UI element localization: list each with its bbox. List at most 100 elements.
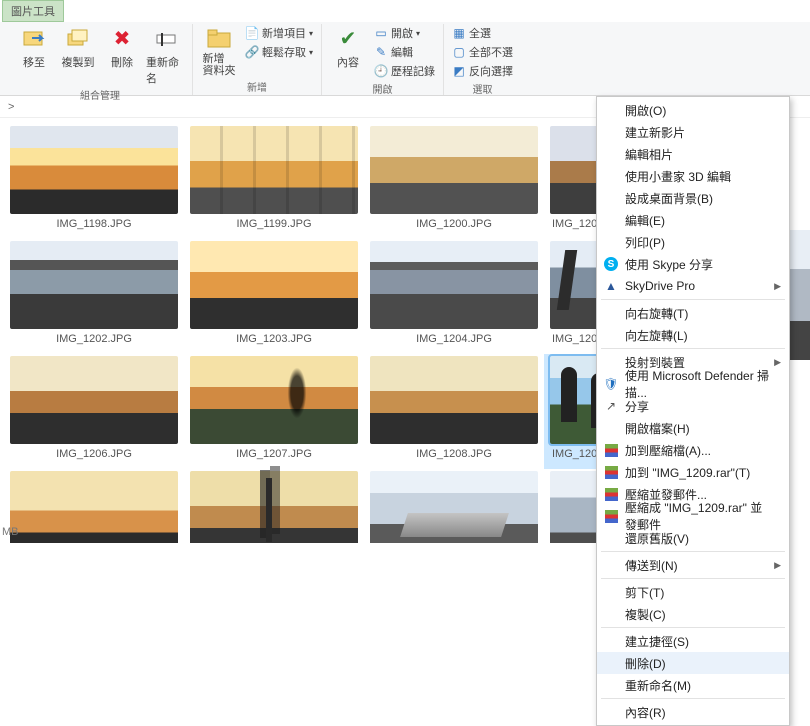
share-icon: ↗ — [603, 398, 619, 414]
select-none-icon: ▢ — [452, 45, 466, 59]
new-folder-button[interactable]: 新增 資料夾 — [199, 24, 239, 77]
thumbnail-caption: IMG_1198.JPG — [10, 218, 178, 230]
thumbnail-IMG_1204[interactable]: IMG_1204.JPG — [364, 239, 544, 354]
ribbon-group-organize: 移至 複製到 ✖ 刪除 重新命名 組合管理 — [8, 24, 193, 95]
context-item[interactable]: 開啟(O) — [597, 99, 789, 121]
context-item[interactable]: 刪除(D) — [597, 652, 789, 674]
context-item-label: 設成桌面背景(B) — [625, 190, 713, 207]
thumbnail-IMG_1210[interactable]: IMG_1210.JPG — [4, 469, 184, 543]
thumbnail-IMG_1207[interactable]: IMG_1207.JPG — [184, 354, 364, 469]
rar-icon — [603, 464, 619, 480]
context-item[interactable]: 壓縮成 "IMG_1209.rar" 並發郵件 — [597, 505, 789, 527]
delete-button[interactable]: ✖ 刪除 — [102, 24, 142, 70]
title-tab: 圖片工具 — [2, 0, 64, 22]
select-all-button[interactable]: ▦全選 — [450, 24, 515, 42]
context-item[interactable]: 重新命名(M) — [597, 674, 789, 696]
context-separator — [601, 299, 785, 300]
thumbnail-IMG_1199[interactable]: IMG_1199.JPG — [184, 124, 364, 239]
history-icon: 🕘 — [374, 64, 388, 78]
context-item[interactable]: 加到壓縮檔(A)... — [597, 439, 789, 461]
properties-button[interactable]: ✔ 內容 — [328, 24, 368, 70]
context-item[interactable]: 向左旋轉(L) — [597, 324, 789, 346]
context-item-label: 向左旋轉(L) — [625, 327, 688, 344]
context-item-label: 使用小畫家 3D 編輯 — [625, 168, 731, 185]
context-item[interactable]: 編輯相片 — [597, 143, 789, 165]
context-separator — [601, 348, 785, 349]
context-item-label: 加到 "IMG_1209.rar"(T) — [625, 464, 750, 481]
open-button[interactable]: ▭開啟 ▾ — [372, 24, 437, 42]
thumbnail-image — [190, 471, 358, 543]
new-item-button[interactable]: 📄新增項目 ▾ — [243, 24, 315, 42]
context-item[interactable]: 還原舊版(V) — [597, 527, 789, 549]
context-item-label: 分享 — [625, 398, 649, 415]
rename-button[interactable]: 重新命名 — [146, 24, 186, 86]
context-item[interactable]: ↗ 分享 — [597, 395, 789, 417]
breadcrumb-sep[interactable]: > — [8, 101, 14, 113]
thumbnail-IMG_1211[interactable]: IMG_1211.JPG — [184, 469, 364, 543]
context-item[interactable]: 向右旋轉(T) — [597, 302, 789, 324]
easy-access-icon: 🔗 — [245, 45, 259, 59]
context-item[interactable]: 剪下(T) — [597, 581, 789, 603]
context-item[interactable]: ▲SkyDrive Pro▶ — [597, 275, 789, 297]
context-item[interactable]: 🛡使用 Microsoft Defender 掃描... — [597, 373, 789, 395]
context-item[interactable]: 內容(R) — [597, 701, 789, 723]
thumbnail-IMG_1203[interactable]: IMG_1203.JPG — [184, 239, 364, 354]
context-item-label: 刪除(D) — [625, 655, 666, 672]
context-item[interactable]: 編輯(E) — [597, 209, 789, 231]
thumbnail-IMG_1200[interactable]: IMG_1200.JPG — [364, 124, 544, 239]
context-item[interactable]: 傳送到(N) ▶ — [597, 554, 789, 576]
thumbnail-IMG_1198[interactable]: IMG_1198.JPG — [4, 124, 184, 239]
ribbon: 移至 複製到 ✖ 刪除 重新命名 組合管理 新增 資料夾 📄新增項 — [0, 22, 810, 96]
context-item[interactable]: 建立捷徑(S) — [597, 630, 789, 652]
thumbnail-caption: IMG_1206.JPG — [10, 448, 178, 460]
thumbnail-image — [370, 126, 538, 214]
thumbnail-image — [10, 126, 178, 214]
submenu-arrow-icon: ▶ — [774, 357, 781, 368]
easy-access-button[interactable]: 🔗輕鬆存取 ▾ — [243, 43, 315, 61]
thumbnail-IMG_1208[interactable]: IMG_1208.JPG — [364, 354, 544, 469]
context-item-label: 編輯相片 — [625, 146, 673, 163]
thumbnail-caption: IMG_1199.JPG — [190, 218, 358, 230]
edit-button[interactable]: ✎編輯 — [372, 43, 437, 61]
context-item[interactable]: 建立新影片 — [597, 121, 789, 143]
context-item[interactable]: 設成桌面背景(B) — [597, 187, 789, 209]
rar-icon — [603, 508, 619, 524]
invert-selection-button[interactable]: ◩反向選擇 — [450, 62, 515, 80]
thumbnail-image — [10, 471, 178, 543]
context-separator — [601, 551, 785, 552]
context-item-label: 還原舊版(V) — [625, 530, 689, 547]
context-item[interactable]: 使用小畫家 3D 編輯 — [597, 165, 789, 187]
rar-icon — [603, 442, 619, 458]
submenu-arrow-icon: ▶ — [774, 560, 781, 571]
select-all-icon: ▦ — [452, 26, 466, 40]
context-item-label: 列印(P) — [625, 234, 665, 251]
thumbnail-image — [370, 241, 538, 329]
context-item[interactable]: 複製(C) — [597, 603, 789, 625]
copy-to-button[interactable]: 複製到 — [58, 24, 98, 70]
thumbnail-caption: IMG_1207.JPG — [190, 448, 358, 460]
properties-icon: ✔ — [334, 24, 362, 52]
context-item-label: 建立新影片 — [625, 124, 685, 141]
context-item[interactable]: 加到 "IMG_1209.rar"(T) — [597, 461, 789, 483]
thumbnail-IMG_1212[interactable]: IMG_1212.JPG — [364, 469, 544, 543]
thumbnail-image — [10, 241, 178, 329]
thumbnail-IMG_1206[interactable]: IMG_1206.JPG — [4, 354, 184, 469]
thumbnail-image — [370, 471, 538, 543]
context-item-label: 重新命名(M) — [625, 677, 691, 694]
move-to-button[interactable]: 移至 — [14, 24, 54, 70]
context-item-label: 內容(R) — [625, 704, 666, 721]
context-item[interactable]: S使用 Skype 分享 — [597, 253, 789, 275]
context-item[interactable]: 列印(P) — [597, 231, 789, 253]
thumbnail-IMG_1202[interactable]: IMG_1202.JPG — [4, 239, 184, 354]
context-separator — [601, 627, 785, 628]
context-item[interactable]: 開啟檔案(H) — [597, 417, 789, 439]
edit-icon: ✎ — [374, 45, 388, 59]
select-none-button[interactable]: ▢全部不選 — [450, 43, 515, 61]
history-button[interactable]: 🕘歷程記錄 — [372, 62, 437, 80]
thumbnail-image — [10, 356, 178, 444]
context-item-label: 傳送到(N) — [625, 557, 678, 574]
context-menu: 開啟(O) 建立新影片編輯相片使用小畫家 3D 編輯設成桌面背景(B) 編輯(E) 列… — [596, 96, 790, 726]
ribbon-group-open: ✔ 內容 ▭開啟 ▾ ✎編輯 🕘歷程記錄 開啟 — [322, 24, 444, 95]
thumbnail-image — [370, 356, 538, 444]
thumbnail-image — [190, 126, 358, 214]
